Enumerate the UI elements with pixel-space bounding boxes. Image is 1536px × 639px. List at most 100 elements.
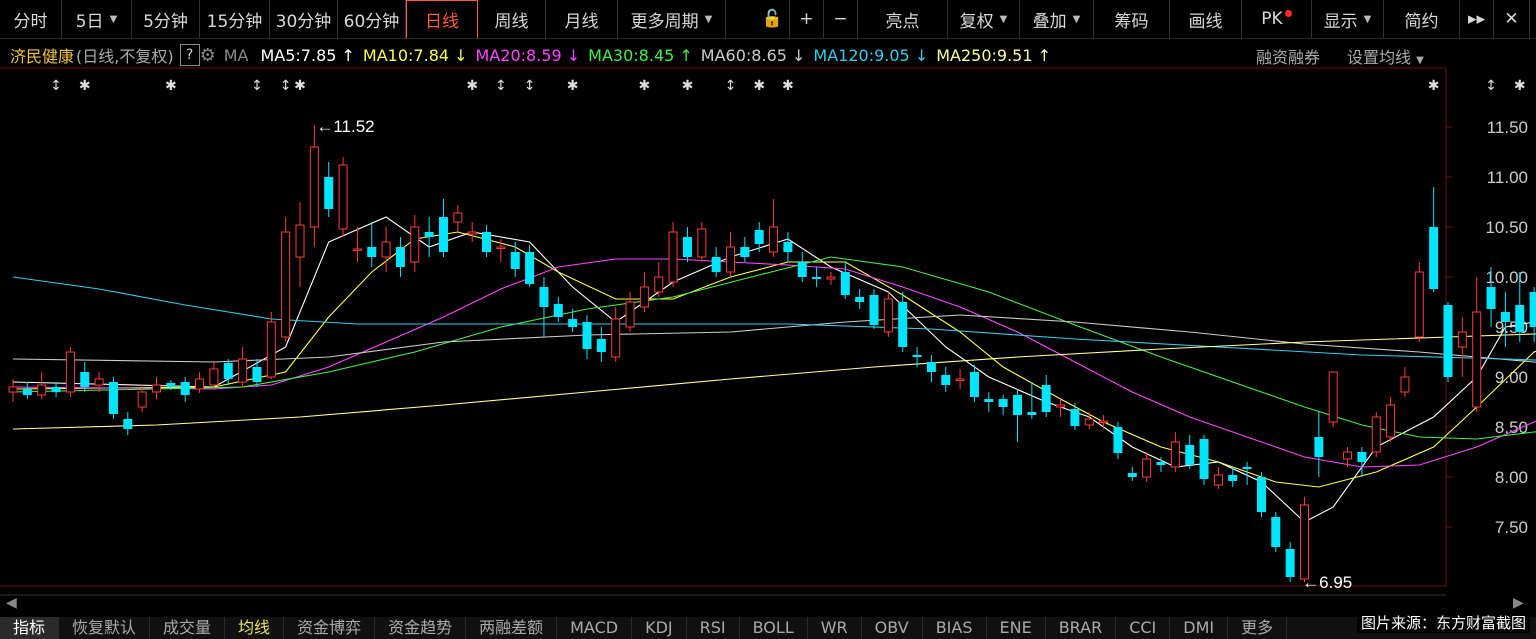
low-price-label: ←6.95 <box>1302 573 1352 592</box>
event-marker-icon: ↕ <box>725 78 737 94</box>
indicator-tab[interactable]: 资金趋势 <box>375 617 467 639</box>
high-price-label: ←11.52 <box>316 117 374 136</box>
indicator-tab[interactable]: ENE <box>987 617 1046 639</box>
candle-body-down <box>180 382 190 395</box>
candle-body-down <box>1156 462 1166 465</box>
indicator-tab[interactable]: 资金博弈 <box>284 617 376 639</box>
event-marker-icon: ✱ <box>1514 78 1526 94</box>
candle-body-down <box>510 252 520 269</box>
candle-body-down <box>553 304 563 317</box>
candle-body-up <box>1371 416 1381 453</box>
candle-body-up <box>611 318 621 358</box>
indicator-tab[interactable]: RSI <box>687 617 740 639</box>
candle-body-down <box>797 262 807 277</box>
candle-body-down <box>582 322 592 349</box>
candle-body-up <box>338 164 348 230</box>
indicator-tab[interactable]: 两融差额 <box>466 617 558 639</box>
candle-body-up <box>668 231 678 283</box>
candle-body-down <box>898 302 908 347</box>
indicator-tab[interactable]: OBV <box>862 617 923 639</box>
indicator-tab[interactable]: DMI <box>1170 617 1229 639</box>
candle-body-down <box>869 295 879 325</box>
candle-body-down <box>1515 305 1525 332</box>
y-tick-label: 10.00 <box>1485 268 1528 287</box>
event-marker-icon: ✱ <box>753 78 765 94</box>
candle-body-down <box>252 367 262 382</box>
event-marker-icon: ↕ <box>1485 78 1497 94</box>
scroll-right-icon: ▶ <box>1513 595 1524 611</box>
candle-body-down <box>568 319 578 327</box>
indicator-tab[interactable]: WR <box>808 617 862 639</box>
candle-body-up <box>238 358 248 383</box>
event-marker-icon: ✱ <box>466 78 478 94</box>
candle-body-down <box>439 217 448 252</box>
candle-body-down <box>1429 227 1439 289</box>
indicator-tab[interactable]: 指标 <box>0 617 60 639</box>
candle-body-down <box>711 257 721 272</box>
indicator-tab[interactable]: BOLL <box>740 617 808 639</box>
candle-body-down <box>1256 477 1266 512</box>
watermark: 图片来源：东方财富截图 <box>1356 612 1530 633</box>
candle-body-down <box>1185 445 1195 465</box>
candle-body-down <box>223 363 233 379</box>
event-marker-icon: ✱ <box>682 78 694 94</box>
event-marker-icon: ↕ <box>251 78 263 94</box>
candlestick-chart[interactable]: ◀ ▶11.5011.0010.5010.009.509.008.508.007.… <box>0 0 1536 617</box>
candle-body-down <box>1041 385 1051 412</box>
candle-body-down <box>22 389 32 395</box>
candle-body-up <box>381 241 391 258</box>
candle-body-down <box>812 277 822 279</box>
candle-body-down <box>1443 305 1453 377</box>
candle-body-up <box>1400 376 1410 393</box>
indicator-tab[interactable]: MACD <box>557 617 633 639</box>
event-marker-icon: ✱ <box>567 78 579 94</box>
candle-body-up <box>1457 331 1467 348</box>
candle-body-down <box>855 297 865 302</box>
candle-body-up <box>1056 404 1066 408</box>
candle-body-down <box>166 383 176 387</box>
indicator-tab[interactable]: 均线 <box>225 617 285 639</box>
indicator-tab[interactable]: 恢复默认 <box>59 617 151 639</box>
candle-body-down <box>1500 312 1510 322</box>
indicator-tab[interactable]: 更多 <box>1228 617 1288 639</box>
candle-body-up <box>94 378 104 386</box>
candle-body-down <box>1529 292 1536 327</box>
candle-body-up <box>639 286 649 308</box>
candle-body-up <box>37 384 47 396</box>
candle-body-up <box>1142 458 1152 478</box>
candle-body-down <box>998 399 1008 407</box>
indicator-tab[interactable]: BRAR <box>1046 617 1117 639</box>
candle-body-down <box>1127 473 1137 477</box>
candle-body-up <box>467 231 477 235</box>
y-tick-label: 11.50 <box>1487 118 1528 137</box>
candle-body-down <box>969 372 979 397</box>
y-tick-label: 8.00 <box>1495 468 1528 487</box>
indicator-tab[interactable]: 成交量 <box>150 617 226 639</box>
indicator-tab[interactable]: KDJ <box>632 617 687 639</box>
indicator-tab[interactable]: CCI <box>1116 617 1171 639</box>
y-tick-label: 8.50 <box>1495 418 1528 437</box>
candle-body-down <box>424 232 434 237</box>
candle-body-up <box>1213 474 1223 486</box>
candle-body-up <box>352 248 362 251</box>
candle-body-up <box>1084 418 1094 426</box>
candle-body-down <box>1013 395 1022 415</box>
event-marker-icon: ↕ <box>495 78 507 94</box>
event-marker-icon: ↕ <box>280 78 292 94</box>
candle-body-down <box>941 375 951 385</box>
candle-body-down <box>123 419 133 429</box>
candle-body-up <box>1386 404 1396 438</box>
candle-body-down <box>1242 467 1252 469</box>
candle-body-up <box>281 231 291 338</box>
candle-body-down <box>51 387 61 392</box>
candle-body-up <box>496 246 506 249</box>
candle-body-down <box>395 247 405 267</box>
candle-body-down <box>367 247 377 257</box>
candle-body-down <box>1027 412 1037 415</box>
candle-body-up <box>453 212 463 223</box>
candle-body-up <box>209 368 219 386</box>
candle-body-up <box>654 276 664 293</box>
candle-body-down <box>682 237 692 257</box>
candle-body-down <box>108 382 118 414</box>
indicator-tab[interactable]: BIAS <box>923 617 987 639</box>
